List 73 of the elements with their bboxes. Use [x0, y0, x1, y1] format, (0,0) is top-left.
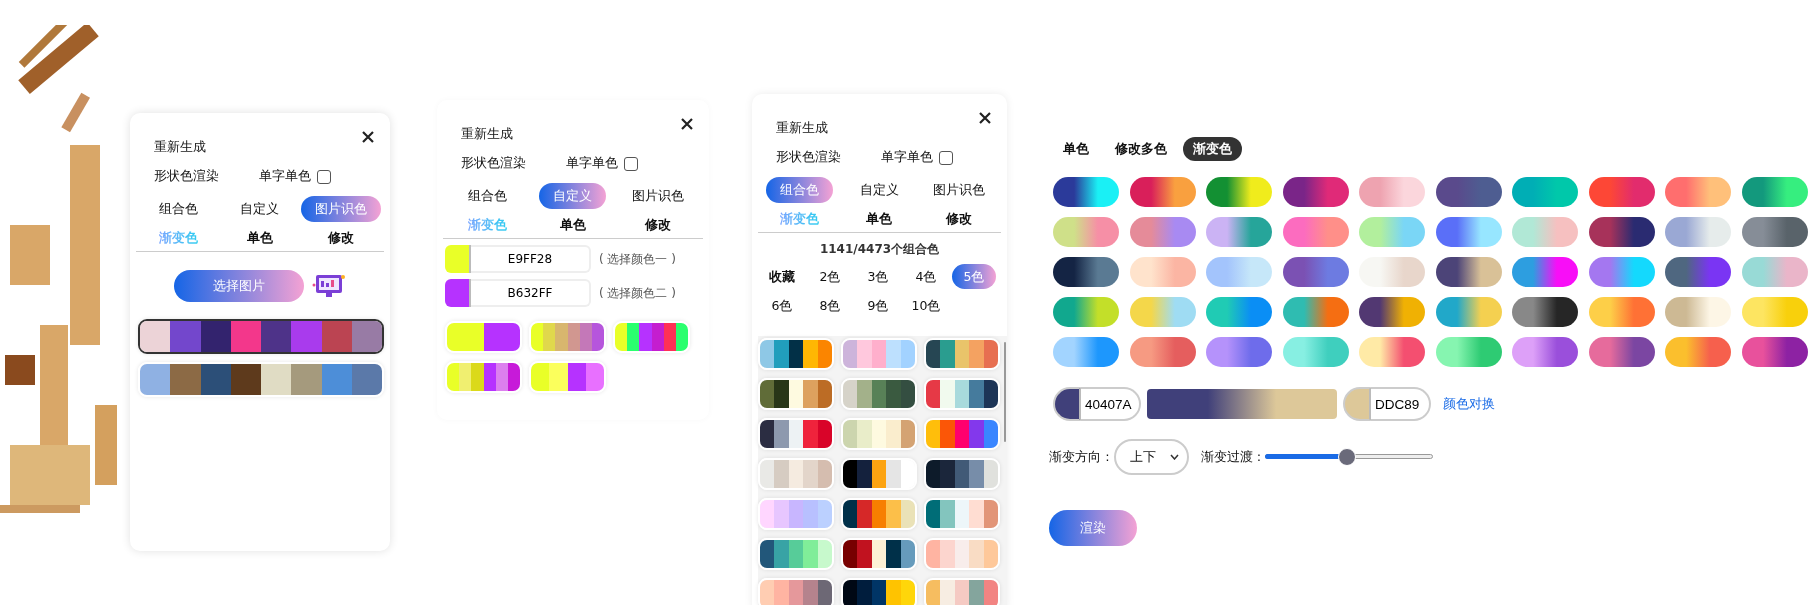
- checkbox-label: 单字单色: [259, 168, 311, 185]
- mode-tab[interactable]: 图片识色: [301, 196, 382, 222]
- hex-input-field[interactable]: DDC89: [1371, 387, 1431, 421]
- sub-mode-tab[interactable]: 单色: [866, 210, 893, 228]
- direction-label: 渐变方向 :: [1049, 448, 1110, 466]
- gradient-preset[interactable]: [1282, 177, 1349, 207]
- render-option[interactable]: 形状色渲染: [776, 149, 841, 166]
- color-count-filter[interactable]: 3色: [855, 264, 901, 289]
- color-count-filter[interactable]: 2色: [807, 264, 853, 289]
- checkbox[interactable]: [624, 156, 638, 171]
- gradient-preset[interactable]: [1435, 257, 1502, 287]
- color-count-filter[interactable]: 4色: [903, 264, 949, 289]
- close-icon: [979, 112, 991, 124]
- color-count-filter[interactable]: 5色: [951, 264, 997, 289]
- mode-tab[interactable]: 图片识色: [919, 177, 999, 203]
- sub-mode-tab[interactable]: 修改: [645, 216, 672, 234]
- hint-text: ( 选择颜色一 ): [599, 250, 676, 268]
- color-mode-tab[interactable]: 单色: [1053, 137, 1099, 161]
- color-palette[interactable]: [138, 319, 384, 354]
- gradient-preset[interactable]: [1512, 297, 1578, 327]
- checkbox-label: 单字单色: [566, 155, 618, 172]
- regenerate-link[interactable]: 重新生成: [776, 120, 828, 137]
- close-icon: [681, 118, 693, 130]
- color-swatch[interactable]: [1053, 387, 1081, 421]
- color-swatch[interactable]: [445, 245, 471, 273]
- render-option[interactable]: 形状色渲染: [461, 155, 526, 172]
- color-count-filter[interactable]: 8色: [807, 293, 853, 318]
- gradient-preset[interactable]: [1053, 177, 1119, 207]
- checkbox[interactable]: [317, 169, 331, 184]
- chevron-icon: [1169, 454, 1179, 460]
- hex-input-field[interactable]: B632FF: [471, 279, 591, 307]
- transition-slider[interactable]: [1265, 448, 1434, 466]
- gradient-preset[interactable]: [1588, 337, 1655, 367]
- color-count-filter[interactable]: 收藏: [757, 264, 807, 289]
- checkbox[interactable]: [939, 150, 953, 165]
- gradient-preset[interactable]: [1053, 257, 1119, 287]
- color-mode-tab[interactable]: 渐变色: [1183, 137, 1242, 161]
- color-count-filter[interactable]: 6色: [759, 293, 805, 318]
- swap-colors-link[interactable]: 颜色对换: [1443, 395, 1495, 413]
- color-mode-tab[interactable]: 修改多色: [1105, 137, 1177, 161]
- gradient-preset[interactable]: [1435, 177, 1502, 207]
- gradient-preset[interactable]: [1741, 217, 1808, 247]
- monitor-chart-icon: [312, 273, 346, 299]
- sub-mode-tab[interactable]: 单色: [560, 216, 586, 234]
- combination-count: 1141/4473个组合色: [818, 241, 941, 258]
- direction-select[interactable]: 上下: [1113, 439, 1189, 475]
- regenerate-link[interactable]: 重新生成: [461, 126, 513, 143]
- mode-tab[interactable]: 自定义: [845, 177, 913, 203]
- mode-tab[interactable]: 图片识色: [618, 183, 699, 209]
- mode-tab[interactable]: 组合色: [454, 183, 522, 209]
- color-count-filter[interactable]: 10色: [899, 293, 953, 318]
- checkbox-label: 单字单色: [881, 149, 933, 166]
- sub-mode-tab[interactable]: 单色: [247, 229, 273, 247]
- sub-mode-tab[interactable]: 修改: [946, 210, 973, 228]
- color-swatch[interactable]: [1343, 387, 1371, 421]
- hex-input-field[interactable]: E9FF28: [471, 245, 591, 273]
- gradient-preset[interactable]: [1359, 297, 1425, 327]
- hex-input-field[interactable]: 40407A: [1081, 387, 1141, 421]
- color-swatch[interactable]: [445, 279, 471, 307]
- color-count-filter[interactable]: 9色: [855, 293, 901, 318]
- close-icon: [362, 131, 374, 143]
- gradient-preset[interactable]: [1741, 337, 1808, 367]
- mode-tab[interactable]: 自定义: [226, 196, 294, 222]
- render-button[interactable]: 渲染: [1049, 510, 1137, 546]
- gradient-preset[interactable]: [1588, 217, 1655, 247]
- scrollbar[interactable]: [1004, 342, 1006, 442]
- regenerate-link[interactable]: 重新生成: [154, 139, 206, 156]
- transition-label: 渐变过渡 :: [1200, 448, 1262, 466]
- hint-text: ( 选择颜色二 ): [599, 284, 676, 302]
- sub-mode-tab[interactable]: 修改: [328, 229, 355, 247]
- mode-tab[interactable]: 组合色: [145, 196, 213, 222]
- render-option[interactable]: 形状色渲染: [154, 168, 219, 185]
- gradient-preset[interactable]: [1665, 257, 1731, 287]
